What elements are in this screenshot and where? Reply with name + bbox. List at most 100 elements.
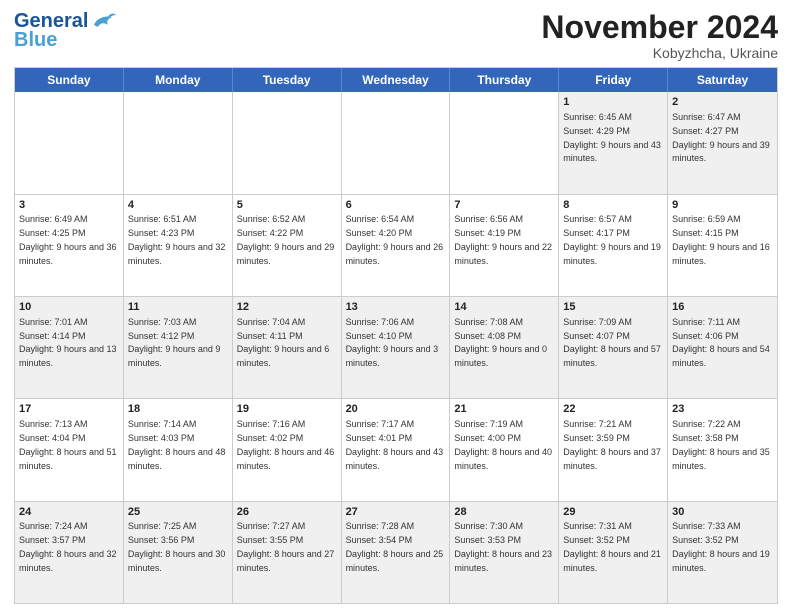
- day-info: Sunrise: 7:14 AMSunset: 4:03 PMDaylight:…: [128, 419, 226, 470]
- day-info: Sunrise: 6:52 AMSunset: 4:22 PMDaylight:…: [237, 214, 335, 265]
- page: General Blue November 2024 Kobyzhcha, Uk…: [0, 0, 792, 612]
- cal-cell-r1-c1: 4Sunrise: 6:51 AMSunset: 4:23 PMDaylight…: [124, 195, 233, 296]
- day-info: Sunrise: 7:22 AMSunset: 3:58 PMDaylight:…: [672, 419, 770, 470]
- day-info: Sunrise: 7:21 AMSunset: 3:59 PMDaylight:…: [563, 419, 661, 470]
- day-number: 26: [237, 505, 337, 520]
- day-number: 21: [454, 402, 554, 417]
- day-number: 27: [346, 505, 446, 520]
- cal-cell-r4-c1: 25Sunrise: 7:25 AMSunset: 3:56 PMDayligh…: [124, 502, 233, 603]
- cal-cell-r0-c3: [342, 92, 451, 193]
- day-info: Sunrise: 6:54 AMSunset: 4:20 PMDaylight:…: [346, 214, 444, 265]
- cal-cell-r0-c0: [15, 92, 124, 193]
- day-info: Sunrise: 7:06 AMSunset: 4:10 PMDaylight:…: [346, 317, 439, 368]
- cal-cell-r4-c3: 27Sunrise: 7:28 AMSunset: 3:54 PMDayligh…: [342, 502, 451, 603]
- day-number: 7: [454, 198, 554, 213]
- cal-cell-r3-c6: 23 Sunrise: 7:22 AMSunset: 3:58 PMDayligh…: [668, 399, 777, 500]
- day-number: 13: [346, 300, 446, 315]
- cal-cell-r3-c4: 21 Sunrise: 7:19 AMSunset: 4:00 PMDayligh…: [450, 399, 559, 500]
- cal-cell-r2-c1: 11Sunrise: 7:03 AMSunset: 4:12 PMDayligh…: [124, 297, 233, 398]
- cal-cell-r2-c3: 13 Sunrise: 7:06 AMSunset: 4:10 PMDayligh…: [342, 297, 451, 398]
- day-number: 15: [563, 300, 663, 315]
- cal-cell-r3-c0: 17 Sunrise: 7:13 AMSunset: 4:04 PMDayligh…: [15, 399, 124, 500]
- cal-cell-r4-c0: 24Sunrise: 7:24 AMSunset: 3:57 PMDayligh…: [15, 502, 124, 603]
- cal-cell-r0-c5: 1 Sunrise: 6:45 AMSunset: 4:29 PMDaylight…: [559, 92, 668, 193]
- cal-cell-r2-c5: 15 Sunrise: 7:09 AMSunset: 4:07 PMDayligh…: [559, 297, 668, 398]
- cal-cell-r2-c6: 16 Sunrise: 7:11 AMSunset: 4:06 PMDayligh…: [668, 297, 777, 398]
- cal-cell-r1-c6: 9Sunrise: 6:59 AMSunset: 4:15 PMDaylight…: [668, 195, 777, 296]
- day-number: 28: [454, 505, 554, 520]
- day-number: 18: [128, 402, 228, 417]
- cal-cell-r3-c3: 20Sunrise: 7:17 AMSunset: 4:01 PMDayligh…: [342, 399, 451, 500]
- day-info: Sunrise: 6:51 AMSunset: 4:23 PMDaylight:…: [128, 214, 226, 265]
- cal-cell-r2-c4: 14 Sunrise: 7:08 AMSunset: 4:08 PMDayligh…: [450, 297, 559, 398]
- cal-cell-r0-c2: [233, 92, 342, 193]
- day-info: Sunrise: 7:33 AMSunset: 3:52 PMDaylight:…: [672, 521, 770, 572]
- day-number: 4: [128, 198, 228, 213]
- day-info: Sunrise: 6:47 AMSunset: 4:27 PMDaylight:…: [672, 112, 770, 163]
- cal-cell-r0-c4: [450, 92, 559, 193]
- cal-cell-r0-c6: 2 Sunrise: 6:47 AMSunset: 4:27 PMDaylight…: [668, 92, 777, 193]
- day-number: 19: [237, 402, 337, 417]
- day-info: Sunrise: 7:24 AMSunset: 3:57 PMDaylight:…: [19, 521, 117, 572]
- day-number: 3: [19, 198, 119, 213]
- day-number: 17: [19, 402, 119, 417]
- day-info: Sunrise: 7:27 AMSunset: 3:55 PMDaylight:…: [237, 521, 335, 572]
- cal-cell-r1-c0: 3Sunrise: 6:49 AMSunset: 4:25 PMDaylight…: [15, 195, 124, 296]
- day-info: Sunrise: 6:59 AMSunset: 4:15 PMDaylight:…: [672, 214, 770, 265]
- header-day-saturday: Saturday: [668, 68, 777, 92]
- day-info: Sunrise: 7:13 AMSunset: 4:04 PMDaylight:…: [19, 419, 117, 470]
- day-number: 1: [563, 95, 663, 110]
- month-title: November 2024: [541, 10, 778, 45]
- day-info: Sunrise: 6:56 AMSunset: 4:19 PMDaylight:…: [454, 214, 552, 265]
- logo: General Blue: [14, 10, 116, 52]
- day-number: 9: [672, 198, 773, 213]
- day-info: Sunrise: 7:19 AMSunset: 4:00 PMDaylight:…: [454, 419, 552, 470]
- day-number: 24: [19, 505, 119, 520]
- day-info: Sunrise: 7:01 AMSunset: 4:14 PMDaylight:…: [19, 317, 117, 368]
- cal-cell-r1-c3: 6Sunrise: 6:54 AMSunset: 4:20 PMDaylight…: [342, 195, 451, 296]
- day-info: Sunrise: 7:11 AMSunset: 4:06 PMDaylight:…: [672, 317, 770, 368]
- day-number: 11: [128, 300, 228, 315]
- logo-blue: Blue: [14, 29, 57, 52]
- cal-cell-r3-c5: 22Sunrise: 7:21 AMSunset: 3:59 PMDayligh…: [559, 399, 668, 500]
- header-day-monday: Monday: [124, 68, 233, 92]
- cal-cell-r2-c2: 12Sunrise: 7:04 AMSunset: 4:11 PMDayligh…: [233, 297, 342, 398]
- day-info: Sunrise: 6:45 AMSunset: 4:29 PMDaylight:…: [563, 112, 661, 163]
- day-info: Sunrise: 7:16 AMSunset: 4:02 PMDaylight:…: [237, 419, 335, 470]
- calendar-body: 1 Sunrise: 6:45 AMSunset: 4:29 PMDaylight…: [15, 92, 777, 603]
- day-number: 16: [672, 300, 773, 315]
- day-number: 8: [563, 198, 663, 213]
- calendar-row-0: 1 Sunrise: 6:45 AMSunset: 4:29 PMDaylight…: [15, 92, 777, 193]
- day-info: Sunrise: 6:49 AMSunset: 4:25 PMDaylight:…: [19, 214, 117, 265]
- cal-cell-r4-c4: 28Sunrise: 7:30 AMSunset: 3:53 PMDayligh…: [450, 502, 559, 603]
- cal-cell-r3-c1: 18 Sunrise: 7:14 AMSunset: 4:03 PMDayligh…: [124, 399, 233, 500]
- day-number: 14: [454, 300, 554, 315]
- header-day-sunday: Sunday: [15, 68, 124, 92]
- day-info: Sunrise: 7:28 AMSunset: 3:54 PMDaylight:…: [346, 521, 444, 572]
- day-info: Sunrise: 7:25 AMSunset: 3:56 PMDaylight:…: [128, 521, 226, 572]
- cal-cell-r4-c6: 30Sunrise: 7:33 AMSunset: 3:52 PMDayligh…: [668, 502, 777, 603]
- calendar-row-2: 10Sunrise: 7:01 AMSunset: 4:14 PMDayligh…: [15, 296, 777, 398]
- location: Kobyzhcha, Ukraine: [541, 45, 778, 61]
- calendar-row-3: 17 Sunrise: 7:13 AMSunset: 4:04 PMDayligh…: [15, 398, 777, 500]
- day-number: 30: [672, 505, 773, 520]
- day-number: 23: [672, 402, 773, 417]
- cal-cell-r4-c2: 26Sunrise: 7:27 AMSunset: 3:55 PMDayligh…: [233, 502, 342, 603]
- day-info: Sunrise: 7:30 AMSunset: 3:53 PMDaylight:…: [454, 521, 552, 572]
- cal-cell-r1-c2: 5Sunrise: 6:52 AMSunset: 4:22 PMDaylight…: [233, 195, 342, 296]
- day-number: 20: [346, 402, 446, 417]
- day-number: 2: [672, 95, 773, 110]
- day-number: 5: [237, 198, 337, 213]
- day-number: 29: [563, 505, 663, 520]
- day-info: Sunrise: 6:57 AMSunset: 4:17 PMDaylight:…: [563, 214, 661, 265]
- day-number: 6: [346, 198, 446, 213]
- cal-cell-r0-c1: [124, 92, 233, 193]
- cal-cell-r3-c2: 19 Sunrise: 7:16 AMSunset: 4:02 PMDayligh…: [233, 399, 342, 500]
- cal-cell-r4-c5: 29Sunrise: 7:31 AMSunset: 3:52 PMDayligh…: [559, 502, 668, 603]
- title-block: November 2024 Kobyzhcha, Ukraine: [541, 10, 778, 61]
- day-info: Sunrise: 7:31 AMSunset: 3:52 PMDaylight:…: [563, 521, 661, 572]
- day-info: Sunrise: 7:09 AMSunset: 4:07 PMDaylight:…: [563, 317, 661, 368]
- day-info: Sunrise: 7:08 AMSunset: 4:08 PMDaylight:…: [454, 317, 547, 368]
- cal-cell-r1-c5: 8Sunrise: 6:57 AMSunset: 4:17 PMDaylight…: [559, 195, 668, 296]
- calendar-header: SundayMondayTuesdayWednesdayThursdayFrid…: [15, 68, 777, 92]
